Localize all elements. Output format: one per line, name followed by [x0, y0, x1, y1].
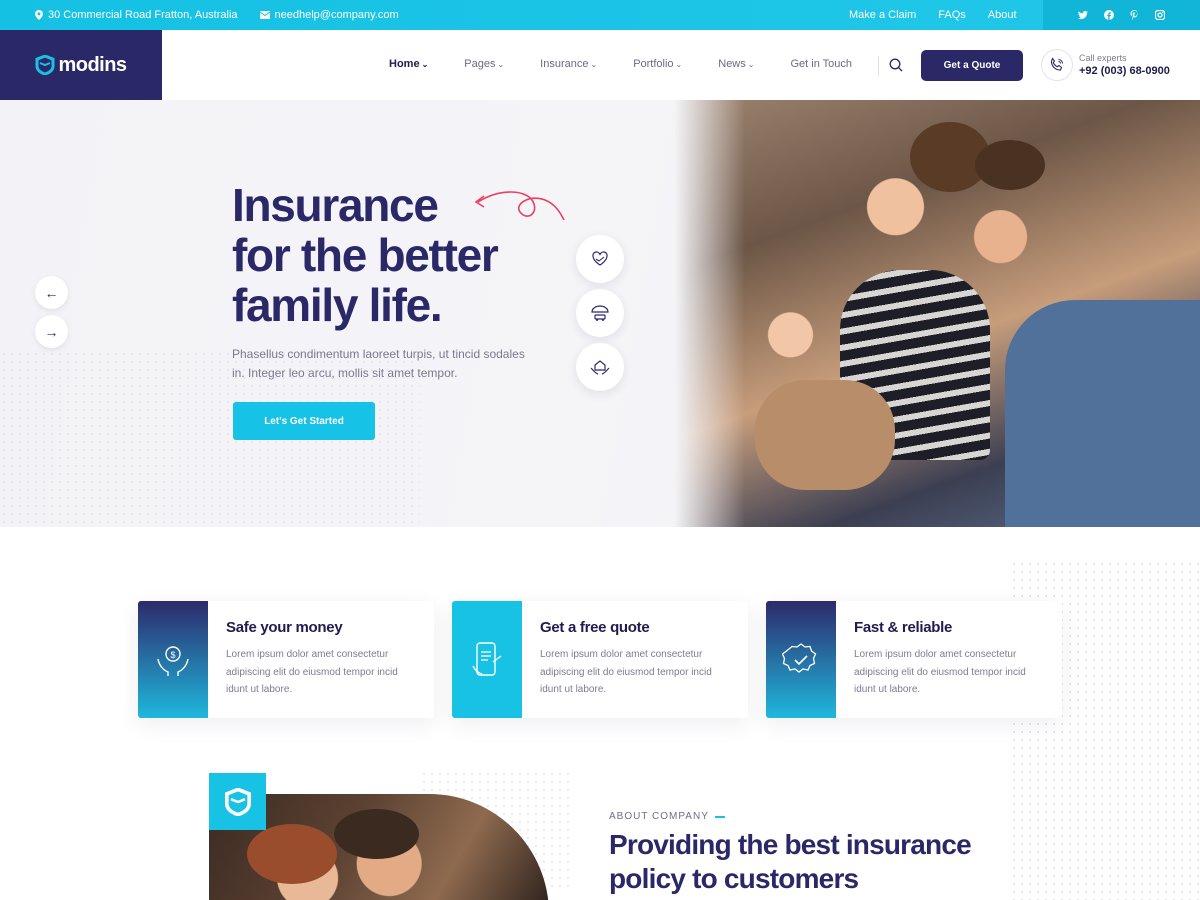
about-label-text: ABOUT COMPANY [609, 811, 709, 822]
feature-desc: Lorem ipsum dolor amet consectetur adipi… [854, 649, 1026, 695]
nav-get-in-touch[interactable]: Get in Touch [790, 58, 852, 70]
car-umbrella-icon-button[interactable] [576, 289, 624, 337]
nav-divider [878, 56, 879, 76]
feature-icon-panel: $ [138, 601, 208, 718]
call-icon-wrap[interactable] [1041, 49, 1073, 81]
envelope-icon [259, 11, 270, 19]
nav-pages-label: Pages [464, 58, 496, 70]
hero-family-photo [675, 100, 1200, 527]
slider-prev-button[interactable]: ← [35, 276, 68, 309]
pinterest-icon[interactable] [1130, 10, 1139, 20]
nav-home[interactable]: Home ⌄ [389, 58, 428, 70]
nav-news-label: News [718, 58, 746, 70]
hero-section: ← → Insurance for the better family life… [0, 100, 1200, 527]
about-label: ABOUT COMPANY [609, 811, 725, 822]
instagram-icon[interactable] [1155, 10, 1165, 20]
nav-get-in-touch-label: Get in Touch [790, 58, 853, 70]
top-links: Make a Claim FAQs About [849, 9, 1017, 21]
get-a-quote-button[interactable]: Get a Quote [921, 50, 1023, 81]
hero-title-line2: for the better [232, 229, 499, 281]
feature-title: Fast & reliable [854, 619, 953, 636]
photo-shape [334, 809, 419, 859]
chevron-down-icon: ⌄ [497, 60, 505, 69]
about-badge [209, 773, 266, 830]
hero-subtitle: Phasellus condimentum laoreet turpis, ut… [232, 347, 525, 380]
about-title-line2: policy to customers [609, 863, 859, 894]
email-item[interactable]: needhelp@company.com [259, 9, 399, 21]
nav-pages[interactable]: Pages ⌄ [464, 58, 504, 70]
facebook-icon[interactable] [1104, 10, 1114, 20]
nav-insurance-label: Insurance [540, 58, 589, 70]
hero-title-line3: family life. [232, 279, 443, 331]
phone-quote-icon [472, 641, 502, 676]
photo-shape [975, 140, 1045, 190]
location-pin-icon [35, 10, 43, 20]
nav-portfolio-label: Portfolio [633, 58, 674, 70]
email-text[interactable]: needhelp@company.com [275, 9, 399, 21]
badge-check-icon [782, 642, 817, 673]
photo-shape [247, 824, 337, 884]
phone-icon [1050, 57, 1063, 71]
nav-portfolio[interactable]: Portfolio ⌄ [633, 58, 682, 70]
about-title: Providing the best insurance policy to c… [609, 828, 989, 896]
hero-title-line1: Insurance [232, 179, 439, 231]
call-number[interactable]: +92 (003) 68-0900 [1079, 65, 1170, 78]
contact-info: 30 Commercial Road Fratton, Australia ne… [35, 9, 399, 21]
search-icon[interactable] [889, 58, 903, 72]
feature-desc: Lorem ipsum dolor amet consectetur adipi… [226, 649, 398, 695]
about-title-line1: Providing the best insurance [609, 829, 972, 860]
money-hands-icon: $ [157, 645, 189, 676]
feature-card-safe-money[interactable]: $ Safe your money Lorem ipsum dolor amet… [138, 601, 434, 718]
faqs-link[interactable]: FAQs [938, 9, 966, 21]
main-nav: Home ⌄ Pages ⌄ Insurance ⌄ Portfolio ⌄ News ⌄… [389, 58, 888, 70]
feature-icon-panel [766, 601, 836, 718]
logo-text: modins [58, 53, 127, 76]
chevron-down-icon: ⌄ [590, 60, 598, 69]
main-header: modins Home ⌄ Pages ⌄ Insurance ⌄ Portfolio… [0, 30, 1200, 100]
address-text: 30 Commercial Road Fratton, Australia [48, 9, 238, 21]
chevron-down-icon: ⌄ [747, 60, 755, 69]
feature-desc: Lorem ipsum dolor amet consectetur adipi… [540, 649, 712, 695]
address-item: 30 Commercial Road Fratton, Australia [35, 9, 238, 21]
features-row: $ Safe your money Lorem ipsum dolor amet… [138, 601, 1062, 719]
shield-logo-icon [224, 787, 251, 816]
feature-card-fast-reliable[interactable]: Fast & reliable Lorem ipsum dolor amet c… [766, 601, 1062, 718]
shield-logo-icon [35, 55, 55, 75]
make-a-claim-link[interactable]: Make a Claim [849, 9, 916, 21]
label-dash [714, 815, 725, 818]
top-bar: 30 Commercial Road Fratton, Australia ne… [0, 0, 1200, 30]
call-experts: Call experts +92 (003) 68-0900 [1079, 52, 1170, 78]
photo-shape [755, 380, 895, 490]
chevron-down-icon: ⌄ [675, 60, 683, 69]
feature-card-free-quote[interactable]: Get a free quote Lorem ipsum dolor amet … [452, 601, 748, 718]
feature-title: Safe your money [226, 619, 343, 636]
curly-arrow-decoration [474, 191, 565, 221]
photo-shape [1005, 300, 1200, 527]
house-hands-icon [590, 360, 610, 375]
feature-title: Get a free quote [540, 619, 650, 636]
about-link[interactable]: About [988, 9, 1017, 21]
social-links [1043, 0, 1200, 30]
feature-icon-panel [452, 601, 522, 718]
logo[interactable]: modins [0, 30, 162, 100]
heart-hand-icon [592, 251, 608, 266]
call-label: Call experts [1079, 53, 1127, 63]
slider-next-button[interactable]: → [35, 315, 68, 348]
nav-news[interactable]: News ⌄ [718, 58, 754, 70]
lets-get-started-button[interactable]: Let's Get Started [233, 402, 375, 440]
house-hands-icon-button[interactable] [576, 343, 624, 391]
svg-text:$: $ [170, 650, 175, 660]
twitter-icon[interactable] [1078, 10, 1088, 20]
nav-home-label: Home [389, 58, 420, 70]
heart-hand-icon-button[interactable] [576, 235, 624, 283]
nav-insurance[interactable]: Insurance ⌄ [540, 58, 597, 70]
car-umbrella-icon [591, 305, 609, 321]
chevron-down-icon: ⌄ [421, 60, 429, 69]
